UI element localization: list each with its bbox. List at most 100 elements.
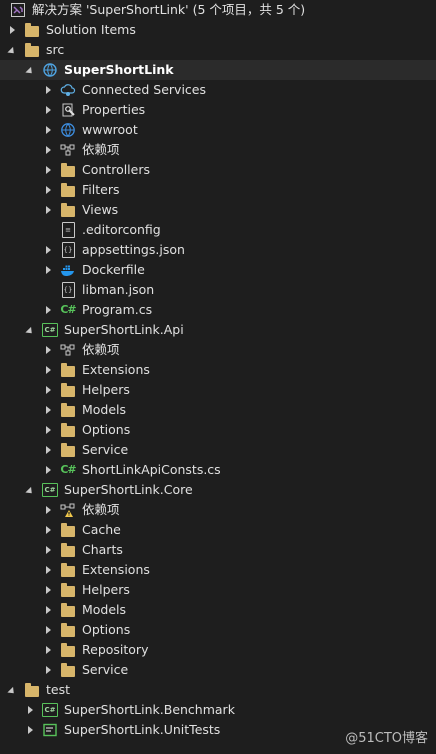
expand-arrow-icon[interactable] bbox=[42, 360, 54, 380]
tree-item-item[interactable]: 依赖项 bbox=[0, 140, 436, 160]
tree-item-dockerfile[interactable]: Dockerfile bbox=[0, 260, 436, 280]
expand-arrow-icon[interactable] bbox=[24, 700, 36, 720]
tree-item-label: Views bbox=[82, 202, 119, 217]
tree-item-item[interactable]: 依赖项 bbox=[0, 340, 436, 360]
tree-item-repository[interactable]: Repository bbox=[0, 640, 436, 660]
collapse-arrow-icon[interactable] bbox=[6, 680, 18, 700]
dependencies-warning-icon bbox=[60, 502, 76, 518]
tree-item-filters[interactable]: Filters bbox=[0, 180, 436, 200]
expand-arrow-icon[interactable] bbox=[42, 140, 54, 160]
expand-arrow-icon[interactable] bbox=[42, 580, 54, 600]
web-project-icon bbox=[42, 62, 58, 78]
expand-arrow-icon[interactable] bbox=[42, 420, 54, 440]
tree-item-supershortlink-benchmark[interactable]: C# SuperShortLink.Benchmark bbox=[0, 700, 436, 720]
no-arrow-spacer bbox=[42, 220, 54, 240]
tree-item-options[interactable]: Options bbox=[0, 620, 436, 640]
folder-icon bbox=[24, 42, 40, 58]
expand-arrow-icon[interactable] bbox=[42, 240, 54, 260]
tree-item-shortlinkapiconsts-cs[interactable]: C# ShortLinkApiConsts.cs bbox=[0, 460, 436, 480]
dependencies-icon bbox=[60, 342, 76, 358]
expand-arrow-icon[interactable] bbox=[42, 180, 54, 200]
tree-item-label: SuperShortLink.Core bbox=[64, 482, 193, 497]
tree-item-label: appsettings.json bbox=[82, 242, 185, 257]
expand-arrow-icon[interactable] bbox=[42, 260, 54, 280]
tree-item-test[interactable]: test bbox=[0, 680, 436, 700]
tree-item-editorconfig[interactable]: ≡ .editorconfig bbox=[0, 220, 436, 240]
tree-item-label: Helpers bbox=[82, 382, 130, 397]
tree-item-views[interactable]: Views bbox=[0, 200, 436, 220]
collapse-arrow-icon[interactable] bbox=[6, 40, 18, 60]
tree-item-supershortlink-api[interactable]: C# SuperShortLink.Api bbox=[0, 320, 436, 340]
expand-arrow-icon[interactable] bbox=[42, 120, 54, 140]
tree-item-helpers[interactable]: Helpers bbox=[0, 380, 436, 400]
expand-arrow-icon[interactable] bbox=[42, 160, 54, 180]
no-arrow-spacer bbox=[42, 280, 54, 300]
expand-arrow-icon[interactable] bbox=[42, 300, 54, 320]
folder-icon bbox=[60, 602, 76, 618]
expand-arrow-icon[interactable] bbox=[42, 100, 54, 120]
expand-arrow-icon[interactable] bbox=[42, 620, 54, 640]
folder-icon bbox=[60, 422, 76, 438]
tree-item-supershortlink-core[interactable]: C# SuperShortLink.Core bbox=[0, 480, 436, 500]
expand-arrow-icon[interactable] bbox=[42, 600, 54, 620]
docker-icon bbox=[60, 262, 76, 278]
tree-item-appsettings-json[interactable]: {} appsettings.json bbox=[0, 240, 436, 260]
tree-item-models[interactable]: Models bbox=[0, 400, 436, 420]
config-file-icon: ≡ bbox=[60, 222, 76, 238]
expand-arrow-icon[interactable] bbox=[42, 340, 54, 360]
expand-arrow-icon[interactable] bbox=[6, 20, 18, 40]
expand-arrow-icon[interactable] bbox=[42, 640, 54, 660]
collapse-arrow-icon[interactable] bbox=[24, 480, 36, 500]
tree-item-cache[interactable]: Cache bbox=[0, 520, 436, 540]
collapse-arrow-icon[interactable] bbox=[24, 320, 36, 340]
expand-arrow-icon[interactable] bbox=[42, 80, 54, 100]
cs-project-icon: C# bbox=[42, 702, 58, 718]
tree-item-label: Models bbox=[82, 402, 127, 417]
tree-item-connected-services[interactable]: Connected Services bbox=[0, 80, 436, 100]
expand-arrow-icon[interactable] bbox=[42, 660, 54, 680]
tree-item-label: Options bbox=[82, 622, 131, 637]
tree-item-controllers[interactable]: Controllers bbox=[0, 160, 436, 180]
expand-arrow-icon[interactable] bbox=[42, 440, 54, 460]
expand-arrow-icon[interactable] bbox=[24, 720, 36, 740]
expand-arrow-icon[interactable] bbox=[42, 560, 54, 580]
tree-item-label: Options bbox=[82, 422, 131, 437]
tree-item-models[interactable]: Models bbox=[0, 600, 436, 620]
tree-item-charts[interactable]: Charts bbox=[0, 540, 436, 560]
tree-item-label: SuperShortLink.UnitTests bbox=[64, 722, 221, 737]
solution-icon bbox=[10, 2, 26, 18]
expand-arrow-icon[interactable] bbox=[42, 400, 54, 420]
cs-project-icon: C# bbox=[42, 322, 58, 338]
tree-item-service[interactable]: Service bbox=[0, 440, 436, 460]
tree-item-label: Filters bbox=[82, 182, 120, 197]
expand-arrow-icon[interactable] bbox=[42, 380, 54, 400]
tree-item-extensions[interactable]: Extensions bbox=[0, 360, 436, 380]
tree-item-label: SuperShortLink.Api bbox=[64, 322, 184, 337]
tree-item-item[interactable]: 依赖项 bbox=[0, 500, 436, 520]
solution-row[interactable]: 解决方案 'SuperShortLink' (5 个项目，共 5 个) bbox=[0, 0, 436, 20]
folder-icon bbox=[60, 542, 76, 558]
tree-item-label: SuperShortLink bbox=[64, 62, 174, 77]
tree-item-program-cs[interactable]: C# Program.cs bbox=[0, 300, 436, 320]
folder-icon bbox=[24, 682, 40, 698]
expand-arrow-icon[interactable] bbox=[42, 520, 54, 540]
expand-arrow-icon[interactable] bbox=[42, 540, 54, 560]
tree-item-label: Properties bbox=[82, 102, 146, 117]
tree-item-label: SuperShortLink.Benchmark bbox=[64, 702, 235, 717]
expand-arrow-icon[interactable] bbox=[42, 500, 54, 520]
expand-arrow-icon[interactable] bbox=[42, 200, 54, 220]
tree-item-src[interactable]: src bbox=[0, 40, 436, 60]
tree-item-properties[interactable]: Properties bbox=[0, 100, 436, 120]
tree-item-solution-items[interactable]: Solution Items bbox=[0, 20, 436, 40]
properties-icon bbox=[60, 102, 76, 118]
tree-item-libman-json[interactable]: {} libman.json bbox=[0, 280, 436, 300]
tree-item-service[interactable]: Service bbox=[0, 660, 436, 680]
tree-item-helpers[interactable]: Helpers bbox=[0, 580, 436, 600]
tree-item-wwwroot[interactable]: wwwroot bbox=[0, 120, 436, 140]
expand-arrow-icon[interactable] bbox=[42, 460, 54, 480]
tree-item-label: Extensions bbox=[82, 362, 150, 377]
tree-item-extensions[interactable]: Extensions bbox=[0, 560, 436, 580]
tree-item-options[interactable]: Options bbox=[0, 420, 436, 440]
collapse-arrow-icon[interactable] bbox=[24, 60, 36, 80]
tree-item-supershortlink[interactable]: SuperShortLink bbox=[0, 60, 436, 80]
